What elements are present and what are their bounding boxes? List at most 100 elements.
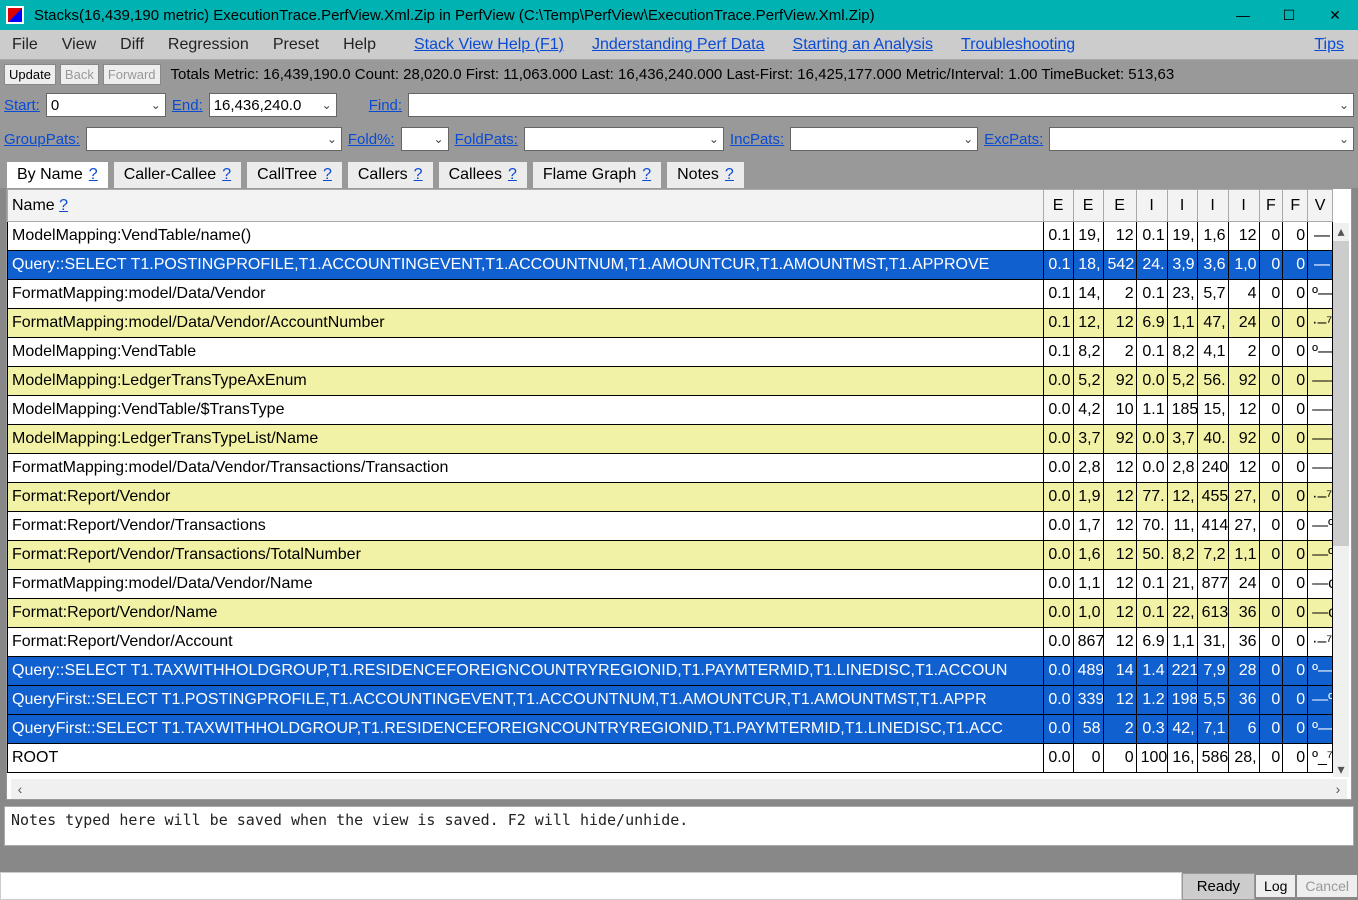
- value-cell[interactable]: 0.0: [1136, 367, 1167, 396]
- value-cell[interactable]: 36: [1228, 628, 1259, 657]
- value-cell[interactable]: 24: [1228, 570, 1259, 599]
- name-cell[interactable]: FormatMapping:model/Data/Vendor/Name: [8, 570, 1044, 599]
- incpats-input[interactable]: ⌄: [790, 127, 978, 151]
- tab-notes[interactable]: Notes ?: [666, 161, 745, 188]
- link-understanding-perf-data[interactable]: Jnderstanding Perf Data: [578, 32, 779, 58]
- value-cell[interactable]: 6: [1228, 715, 1259, 744]
- value-cell[interactable]: —º: [1308, 512, 1333, 541]
- value-cell[interactable]: 0: [1283, 686, 1308, 715]
- value-cell[interactable]: 0.1: [1043, 251, 1073, 280]
- value-cell[interactable]: 2: [1103, 338, 1136, 367]
- value-cell[interactable]: 14: [1103, 657, 1136, 686]
- value-cell[interactable]: 1,9: [1073, 483, 1103, 512]
- table-row[interactable]: Format:Report/Vendor/Name0.01,0120.122,6…: [8, 599, 1333, 628]
- incpats-label[interactable]: IncPats:: [730, 131, 784, 148]
- name-cell[interactable]: FormatMapping:model/Data/Vendor/AccountN…: [8, 309, 1044, 338]
- column-header[interactable]: F: [1259, 190, 1283, 222]
- value-cell[interactable]: 0.0: [1136, 454, 1167, 483]
- value-cell[interactable]: 0: [1259, 599, 1283, 628]
- value-cell[interactable]: 12: [1103, 483, 1136, 512]
- value-cell[interactable]: 18,: [1073, 251, 1103, 280]
- value-cell[interactable]: 1,7: [1073, 512, 1103, 541]
- value-cell[interactable]: 0: [1283, 280, 1308, 309]
- scroll-left-icon[interactable]: ‹: [11, 781, 29, 797]
- maximize-button[interactable]: ☐: [1266, 0, 1312, 30]
- value-cell[interactable]: 185: [1167, 396, 1197, 425]
- value-cell[interactable]: 3,7: [1073, 425, 1103, 454]
- value-cell[interactable]: 0: [1259, 744, 1283, 773]
- value-cell[interactable]: 12: [1103, 309, 1136, 338]
- name-cell[interactable]: Format:Report/Vendor/Account: [8, 628, 1044, 657]
- value-cell[interactable]: 42,: [1167, 715, 1197, 744]
- value-cell[interactable]: 1.2: [1136, 686, 1167, 715]
- value-cell[interactable]: 0: [1259, 425, 1283, 454]
- value-cell[interactable]: 0: [1283, 599, 1308, 628]
- menu-regression[interactable]: Regression: [156, 32, 261, 58]
- value-cell[interactable]: 0.1: [1136, 222, 1167, 251]
- link-starting-analysis[interactable]: Starting an Analysis: [779, 32, 948, 58]
- value-cell[interactable]: º—: [1308, 715, 1333, 744]
- grouppats-label[interactable]: GroupPats:: [4, 131, 80, 148]
- column-header[interactable]: I: [1228, 190, 1259, 222]
- menu-preset[interactable]: Preset: [261, 32, 331, 58]
- chevron-down-icon[interactable]: ⌄: [963, 132, 973, 146]
- value-cell[interactable]: 10: [1103, 396, 1136, 425]
- value-cell[interactable]: 1,1: [1167, 309, 1197, 338]
- value-cell[interactable]: 455: [1197, 483, 1228, 512]
- log-button[interactable]: Log: [1255, 874, 1296, 898]
- find-input[interactable]: ⌄: [408, 93, 1354, 117]
- scroll-thumb[interactable]: [1333, 241, 1349, 546]
- value-cell[interactable]: 12,: [1073, 309, 1103, 338]
- table-row[interactable]: FormatMapping:model/Data/Vendor/AccountN…: [8, 309, 1333, 338]
- value-cell[interactable]: 40.: [1197, 425, 1228, 454]
- column-header[interactable]: I: [1197, 190, 1228, 222]
- menu-file[interactable]: File: [0, 32, 50, 58]
- value-cell[interactable]: 8,2: [1167, 541, 1197, 570]
- value-cell[interactable]: 0: [1259, 715, 1283, 744]
- name-cell[interactable]: Format:Report/Vendor/Transactions/TotalN…: [8, 541, 1044, 570]
- chevron-down-icon[interactable]: ⌄: [1339, 98, 1349, 112]
- value-cell[interactable]: 0: [1283, 541, 1308, 570]
- tab-by-name[interactable]: By Name ?: [6, 161, 109, 188]
- table-row[interactable]: ModelMapping:VendTable/name()0.119,120.1…: [8, 222, 1333, 251]
- name-cell[interactable]: Format:Report/Vendor: [8, 483, 1044, 512]
- table-row[interactable]: ModelMapping:LedgerTransTypeList/Name0.0…: [8, 425, 1333, 454]
- value-cell[interactable]: 0: [1283, 715, 1308, 744]
- value-cell[interactable]: 100: [1136, 744, 1167, 773]
- value-cell[interactable]: 0: [1283, 425, 1308, 454]
- value-cell[interactable]: 0.0: [1043, 657, 1073, 686]
- value-cell[interactable]: 12: [1228, 454, 1259, 483]
- scroll-right-icon[interactable]: ›: [1329, 781, 1347, 797]
- notes-textarea[interactable]: Notes typed here will be saved when the …: [4, 806, 1354, 846]
- value-cell[interactable]: —º: [1308, 541, 1333, 570]
- value-cell[interactable]: 0.0: [1043, 599, 1073, 628]
- value-cell[interactable]: 0: [1283, 657, 1308, 686]
- value-cell[interactable]: 5,2: [1167, 367, 1197, 396]
- value-cell[interactable]: 0.1: [1136, 338, 1167, 367]
- value-cell[interactable]: 2: [1103, 715, 1136, 744]
- value-cell[interactable]: 70.: [1136, 512, 1167, 541]
- excpats-label[interactable]: ExcPats:: [984, 131, 1043, 148]
- table-row[interactable]: FormatMapping:model/Data/Vendor/Transact…: [8, 454, 1333, 483]
- value-cell[interactable]: ——: [1308, 396, 1333, 425]
- chevron-down-icon[interactable]: ⌄: [327, 132, 337, 146]
- value-cell[interactable]: 0.1: [1136, 599, 1167, 628]
- value-cell[interactable]: 0: [1259, 367, 1283, 396]
- value-cell[interactable]: º—: [1308, 338, 1333, 367]
- help-icon[interactable]: ?: [642, 166, 651, 184]
- help-icon[interactable]: ?: [89, 166, 98, 184]
- value-cell[interactable]: 12: [1103, 454, 1136, 483]
- value-cell[interactable]: 613: [1197, 599, 1228, 628]
- scroll-down-icon[interactable]: ▾: [1333, 761, 1349, 777]
- value-cell[interactable]: 14,: [1073, 280, 1103, 309]
- value-cell[interactable]: 0.0: [1043, 483, 1073, 512]
- value-cell[interactable]: —c: [1308, 570, 1333, 599]
- value-cell[interactable]: 4: [1228, 280, 1259, 309]
- forward-button[interactable]: Forward: [103, 64, 161, 85]
- value-cell[interactable]: 24.: [1136, 251, 1167, 280]
- value-cell[interactable]: 0: [1259, 454, 1283, 483]
- value-cell[interactable]: 12: [1103, 541, 1136, 570]
- value-cell[interactable]: º_⁷: [1308, 744, 1333, 773]
- value-cell[interactable]: 0: [1259, 657, 1283, 686]
- end-label[interactable]: End:: [172, 97, 203, 114]
